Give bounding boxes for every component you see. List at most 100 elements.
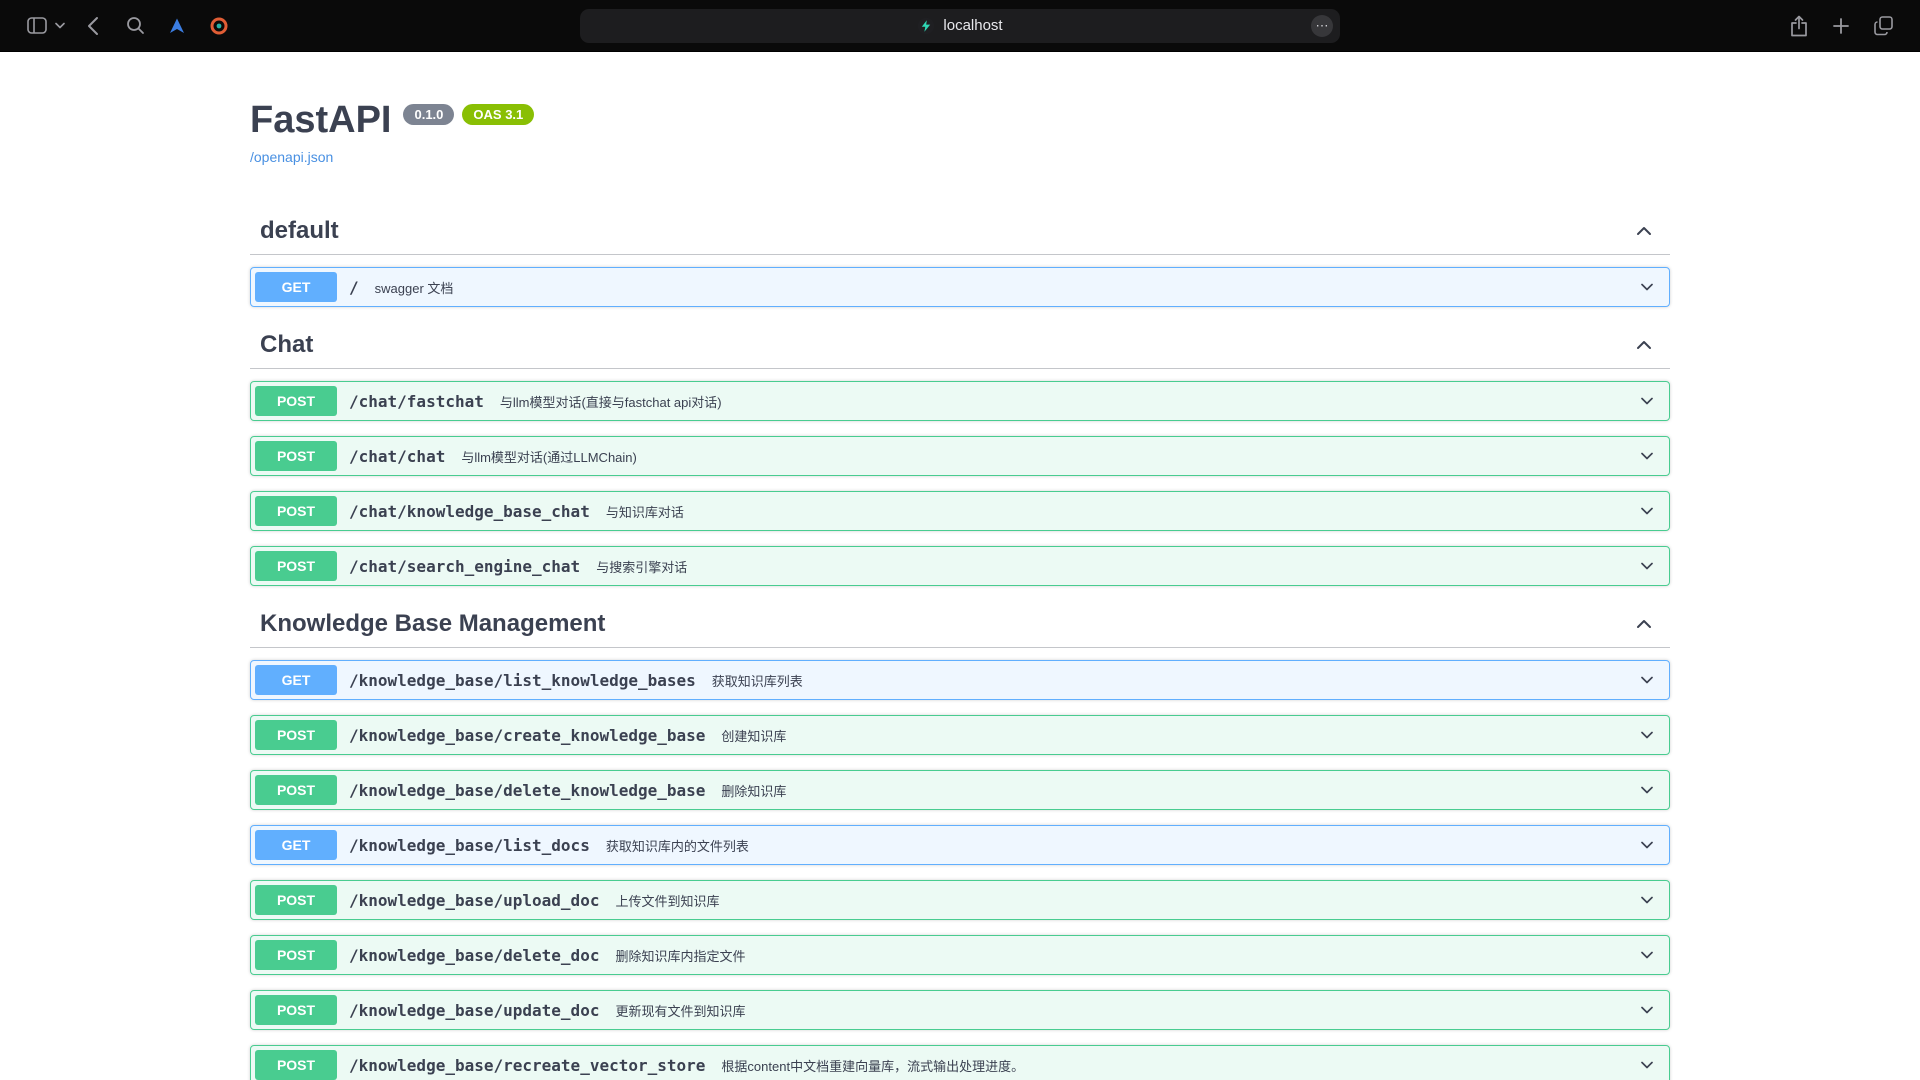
section-title: Knowledge Base Management [260,609,605,639]
method-badge: POST [255,775,337,805]
collapse-section-chevron-up-icon[interactable] [1632,612,1656,636]
operation-row[interactable]: POST /chat/search_engine_chat 与搜索引擎对话 [250,546,1670,586]
version-badge: 0.1.0 [403,104,454,125]
toolbar-left-group [20,11,236,41]
operation-path: /knowledge_base/upload_doc [349,891,599,910]
toolbar-right-group [1782,11,1900,41]
expand-operation-chevron-down-icon[interactable] [1637,780,1657,800]
target-extension-icon [209,16,229,36]
url-text: localhost [943,17,1002,34]
sidebar-menu-chevron-button[interactable] [52,11,68,41]
operation-path: /knowledge_base/update_doc [349,1001,599,1020]
operation-row[interactable]: POST /knowledge_base/recreate_vector_sto… [250,1045,1670,1080]
section-title: default [260,216,339,246]
expand-operation-chevron-down-icon[interactable] [1637,277,1657,297]
operation-path: /knowledge_base/list_knowledge_bases [349,671,696,690]
operation-row[interactable]: POST /chat/fastchat 与llm模型对话(直接与fastchat… [250,381,1670,421]
operation-summary: 根据content中文档重建向量库，流式输出处理进度。 [721,1056,1024,1075]
operation-summary: 删除知识库内指定文件 [615,946,745,965]
site-favicon-icon [917,17,935,35]
expand-operation-chevron-down-icon[interactable] [1637,725,1657,745]
openapi-spec-link[interactable]: /openapi.json [250,146,333,168]
share-button[interactable] [1782,11,1816,41]
back-button[interactable] [76,11,110,41]
method-badge: POST [255,441,337,471]
address-bar[interactable]: localhost ⋯ [580,9,1340,43]
expand-operation-chevron-down-icon[interactable] [1637,556,1657,576]
operation-summary: 与llm模型对话(通过LLMChain) [461,447,637,466]
search-button[interactable] [118,11,152,41]
operation-path: /knowledge_base/delete_doc [349,946,599,965]
collapse-section-chevron-up-icon[interactable] [1632,219,1656,243]
operation-path: /chat/fastchat [349,392,484,411]
api-tag-section: default GET / swagger 文档 [250,208,1670,307]
search-icon [126,16,145,35]
operation-row[interactable]: POST /knowledge_base/delete_doc 删除知识库内指定… [250,935,1670,975]
operation-row[interactable]: GET / swagger 文档 [250,267,1670,307]
chevron-left-icon [87,16,99,36]
operation-row[interactable]: POST /chat/knowledge_base_chat 与知识库对话 [250,491,1670,531]
operations-list: GET /knowledge_base/list_knowledge_bases… [250,648,1670,1080]
bird-extension-icon [167,16,187,36]
extension-blue-icon[interactable] [160,11,194,41]
method-badge: POST [255,496,337,526]
expand-operation-chevron-down-icon[interactable] [1637,446,1657,466]
section-title: Chat [260,330,313,360]
method-badge: GET [255,830,337,860]
plus-icon [1832,17,1850,35]
sidebar-toggle-button[interactable] [20,11,54,41]
operation-summary: swagger 文档 [375,278,454,297]
section-header[interactable]: default [250,208,1670,255]
expand-operation-chevron-down-icon[interactable] [1637,945,1657,965]
operation-row[interactable]: GET /knowledge_base/list_docs 获取知识库内的文件列… [250,825,1670,865]
expand-operation-chevron-down-icon[interactable] [1637,1055,1657,1075]
extensions-overflow-button[interactable]: ⋯ [1311,15,1333,37]
operation-row[interactable]: POST /knowledge_base/create_knowledge_ba… [250,715,1670,755]
operation-path: /knowledge_base/create_knowledge_base [349,726,705,745]
operation-summary: 获取知识库列表 [712,671,803,690]
extension-orange-icon[interactable] [202,11,236,41]
operation-summary: 与知识库对话 [606,502,684,521]
operation-row[interactable]: POST /knowledge_base/delete_knowledge_ba… [250,770,1670,810]
expand-operation-chevron-down-icon[interactable] [1637,890,1657,910]
operation-path: / [349,278,359,297]
expand-operation-chevron-down-icon[interactable] [1637,501,1657,521]
operation-summary: 上传文件到知识库 [615,891,719,910]
operation-path: /chat/knowledge_base_chat [349,502,590,521]
method-badge: GET [255,665,337,695]
collapse-section-chevron-up-icon[interactable] [1632,333,1656,357]
operation-summary: 创建知识库 [721,726,786,745]
browser-toolbar: localhost ⋯ [0,0,1920,52]
api-tag-section: Knowledge Base Management GET /knowledge… [250,601,1670,1080]
method-badge: POST [255,720,337,750]
operation-path: /knowledge_base/list_docs [349,836,590,855]
method-badge: POST [255,551,337,581]
share-icon [1789,15,1809,37]
operation-row[interactable]: POST /knowledge_base/upload_doc 上传文件到知识库 [250,880,1670,920]
expand-operation-chevron-down-icon[interactable] [1637,670,1657,690]
swagger-ui-page: FastAPI0.1.0OAS 3.1 /openapi.json defaul… [0,52,1920,1080]
expand-operation-chevron-down-icon[interactable] [1637,1000,1657,1020]
section-header[interactable]: Chat [250,322,1670,369]
operation-row[interactable]: POST /knowledge_base/update_doc 更新现有文件到知… [250,990,1670,1030]
section-header[interactable]: Knowledge Base Management [250,601,1670,648]
api-title-text: FastAPI [250,99,391,141]
operation-path: /chat/search_engine_chat [349,557,580,576]
tab-overview-button[interactable] [1866,11,1900,41]
operation-row[interactable]: GET /knowledge_base/list_knowledge_bases… [250,660,1670,700]
operation-path: /knowledge_base/delete_knowledge_base [349,781,705,800]
expand-operation-chevron-down-icon[interactable] [1637,835,1657,855]
operation-summary: 与搜索引擎对话 [596,557,687,576]
method-badge: POST [255,885,337,915]
expand-operation-chevron-down-icon[interactable] [1637,391,1657,411]
method-badge: GET [255,272,337,302]
new-tab-button[interactable] [1824,11,1858,41]
operation-summary: 删除知识库 [721,781,786,800]
sections-list: default GET / swagger 文档 Chat [250,208,1670,1080]
api-tag-section: Chat POST /chat/fastchat 与llm模型对话(直接与fas… [250,322,1670,586]
operation-path: /chat/chat [349,447,445,466]
operation-summary: 更新现有文件到知识库 [615,1001,745,1020]
operations-list: POST /chat/fastchat 与llm模型对话(直接与fastchat… [250,369,1670,586]
api-title: FastAPI0.1.0OAS 3.1 [250,98,1670,142]
operation-row[interactable]: POST /chat/chat 与llm模型对话(通过LLMChain) [250,436,1670,476]
